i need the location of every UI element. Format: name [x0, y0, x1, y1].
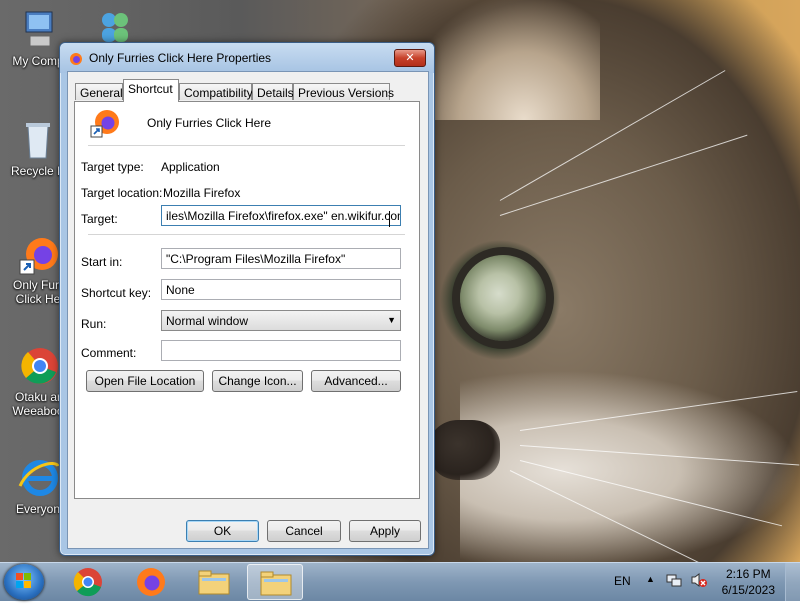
close-button[interactable]: ✕	[394, 49, 426, 67]
show-desktop-button[interactable]	[785, 563, 800, 601]
target-field-value: iles\Mozilla Firefox\firefox.exe" en.wik…	[166, 209, 401, 223]
run-select[interactable]: Normal window ▼	[161, 310, 401, 331]
tab-general[interactable]: General	[75, 83, 123, 100]
tab-shortcut[interactable]: Shortcut	[123, 79, 179, 102]
target-type-label: Target type:	[81, 160, 144, 174]
tab-previous-versions[interactable]: Previous Versions	[293, 83, 394, 100]
dialog-title: Only Furries Click Here Properties	[89, 51, 272, 65]
change-icon-button[interactable]: Change Icon...	[212, 370, 303, 392]
separator	[88, 234, 405, 236]
taskbar-explorer[interactable]	[186, 564, 242, 600]
dropdown-arrow-icon: ▼	[387, 315, 396, 325]
apply-button[interactable]: Apply	[349, 520, 421, 542]
target-type-value: Application	[161, 160, 220, 174]
cancel-button[interactable]: Cancel	[267, 520, 341, 542]
recycle-bin-icon	[16, 118, 60, 162]
ok-button[interactable]: OK	[186, 520, 259, 542]
close-icon: ✕	[405, 51, 415, 64]
wallpaper-cat-eye	[460, 255, 546, 341]
wallpaper-cat-nose	[430, 420, 500, 480]
comment-field[interactable]	[161, 340, 401, 361]
wallpaper-cat-ear	[410, 0, 600, 120]
computer-icon	[16, 8, 60, 52]
clock-time: 2:16 PM	[725, 567, 771, 581]
start-button[interactable]	[4, 564, 44, 600]
separator	[88, 145, 405, 147]
open-file-location-button[interactable]: Open File Location	[86, 370, 204, 392]
chrome-shortcut-icon	[16, 344, 60, 388]
shortcut-key-field[interactable]: None	[161, 279, 401, 300]
start-in-field[interactable]: "C:\Program Files\Mozilla Firefox"	[161, 248, 401, 269]
dialog-client-area: General Shortcut Compatibility Details P…	[67, 71, 429, 549]
folder-icon	[260, 571, 292, 596]
chrome-icon	[73, 568, 102, 597]
system-clock[interactable]: 2:16 PM 6/15/2023	[722, 566, 775, 598]
wallpaper-whisker	[499, 134, 748, 216]
target-field[interactable]: iles\Mozilla Firefox\firefox.exe" en.wik…	[161, 205, 401, 226]
text-cursor-icon	[389, 211, 396, 227]
internet-explorer-shortcut-icon	[16, 456, 60, 500]
language-indicator[interactable]: EN	[614, 574, 631, 588]
firefox-shortcut-icon	[89, 107, 121, 139]
show-hidden-icons-icon[interactable]: ▲	[646, 574, 655, 584]
taskbar-firefox[interactable]	[123, 564, 179, 600]
shortcut-name: Only Furries Click Here	[147, 116, 272, 130]
properties-dialog: Only Furries Click Here Properties ✕ Gen…	[59, 42, 435, 556]
firefox-icon	[137, 568, 165, 596]
dialog-titlebar[interactable]: Only Furries Click Here Properties ✕	[60, 43, 434, 73]
taskbar: EN ▲ 2:16 PM 6/15/2023	[0, 562, 800, 601]
tab-compatibility[interactable]: Compatibility	[179, 83, 253, 100]
target-label: Target:	[81, 212, 118, 226]
shortcut-panel: Only Furries Click Here Target type: App…	[74, 101, 420, 499]
firefox-shortcut-icon	[16, 232, 60, 276]
shortcut-key-field-value: None	[166, 283, 195, 297]
windows-logo-icon	[16, 573, 31, 588]
run-select-value: Normal window	[166, 314, 249, 328]
target-location-label: Target location:	[81, 186, 163, 200]
taskbar-explorer-active[interactable]	[247, 564, 303, 600]
volume-muted-icon[interactable]	[690, 572, 708, 591]
target-location-value: Mozilla Firefox	[163, 186, 241, 200]
folder-icon	[198, 570, 230, 595]
clock-date: 6/15/2023	[721, 583, 775, 597]
comment-label: Comment:	[81, 346, 137, 360]
tab-details[interactable]: Details	[252, 83, 294, 100]
run-label: Run:	[81, 317, 107, 331]
advanced-button[interactable]: Advanced...	[311, 370, 401, 392]
shortcut-key-label: Shortcut key:	[81, 286, 152, 300]
firefox-icon	[69, 52, 83, 66]
network-icon[interactable]	[666, 572, 682, 591]
start-in-field-value: "C:\Program Files\Mozilla Firefox"	[166, 252, 346, 266]
taskbar-chrome[interactable]	[60, 564, 116, 600]
start-in-label: Start in:	[81, 255, 123, 269]
